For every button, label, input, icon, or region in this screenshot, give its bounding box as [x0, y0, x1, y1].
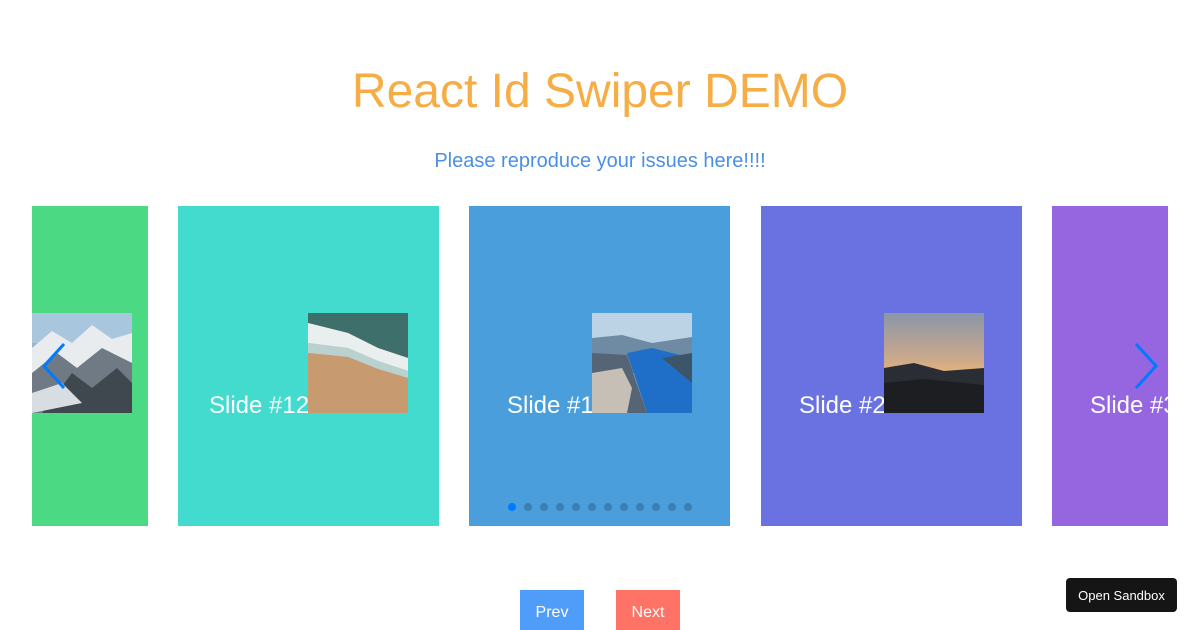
- sunset-sea-image: [884, 313, 984, 413]
- pagination-bullet[interactable]: [636, 503, 644, 511]
- pagination-bullet[interactable]: [684, 503, 692, 511]
- pagination-bullet[interactable]: [620, 503, 628, 511]
- slide-label: Slide #3: [1090, 392, 1168, 419]
- swiper-prev-button[interactable]: [40, 342, 68, 390]
- open-sandbox-button[interactable]: Open Sandbox: [1066, 578, 1177, 612]
- pagination-bullet[interactable]: [652, 503, 660, 511]
- swiper-carousel[interactable]: Slide #12 Slide #1 Slide #2 Slide #: [32, 206, 1168, 526]
- slide-12[interactable]: Slide #12: [178, 206, 439, 526]
- pagination-bullet[interactable]: [668, 503, 676, 511]
- swiper-pagination: [508, 503, 692, 511]
- slide-label: Slide #12: [209, 392, 310, 419]
- fjord-cliff-image: [592, 313, 692, 413]
- demo-page: React Id Swiper DEMO Please reproduce yo…: [0, 0, 1200, 630]
- chevron-right-icon: [1134, 342, 1159, 390]
- pagination-bullet[interactable]: [540, 503, 548, 511]
- chevron-left-icon: [41, 342, 66, 390]
- slide-2[interactable]: Slide #2: [761, 206, 1022, 526]
- slide-label: Slide #2: [799, 392, 886, 419]
- pagination-bullet[interactable]: [556, 503, 564, 511]
- swiper-next-button[interactable]: [1132, 342, 1160, 390]
- page-title: React Id Swiper DEMO: [351, 65, 849, 118]
- page-subtitle: Please reproduce your issues here!!!!: [434, 150, 766, 172]
- pagination-bullet[interactable]: [572, 503, 580, 511]
- slide-1[interactable]: Slide #1: [469, 206, 730, 526]
- prev-button[interactable]: Prev: [520, 590, 584, 630]
- next-button[interactable]: Next: [616, 590, 680, 630]
- pagination-bullet[interactable]: [604, 503, 612, 511]
- pagination-bullet-active[interactable]: [508, 503, 516, 511]
- slide-label: Slide #1: [507, 392, 594, 419]
- pagination-bullet[interactable]: [588, 503, 596, 511]
- beach-waves-image: [308, 313, 408, 413]
- pagination-bullet[interactable]: [524, 503, 532, 511]
